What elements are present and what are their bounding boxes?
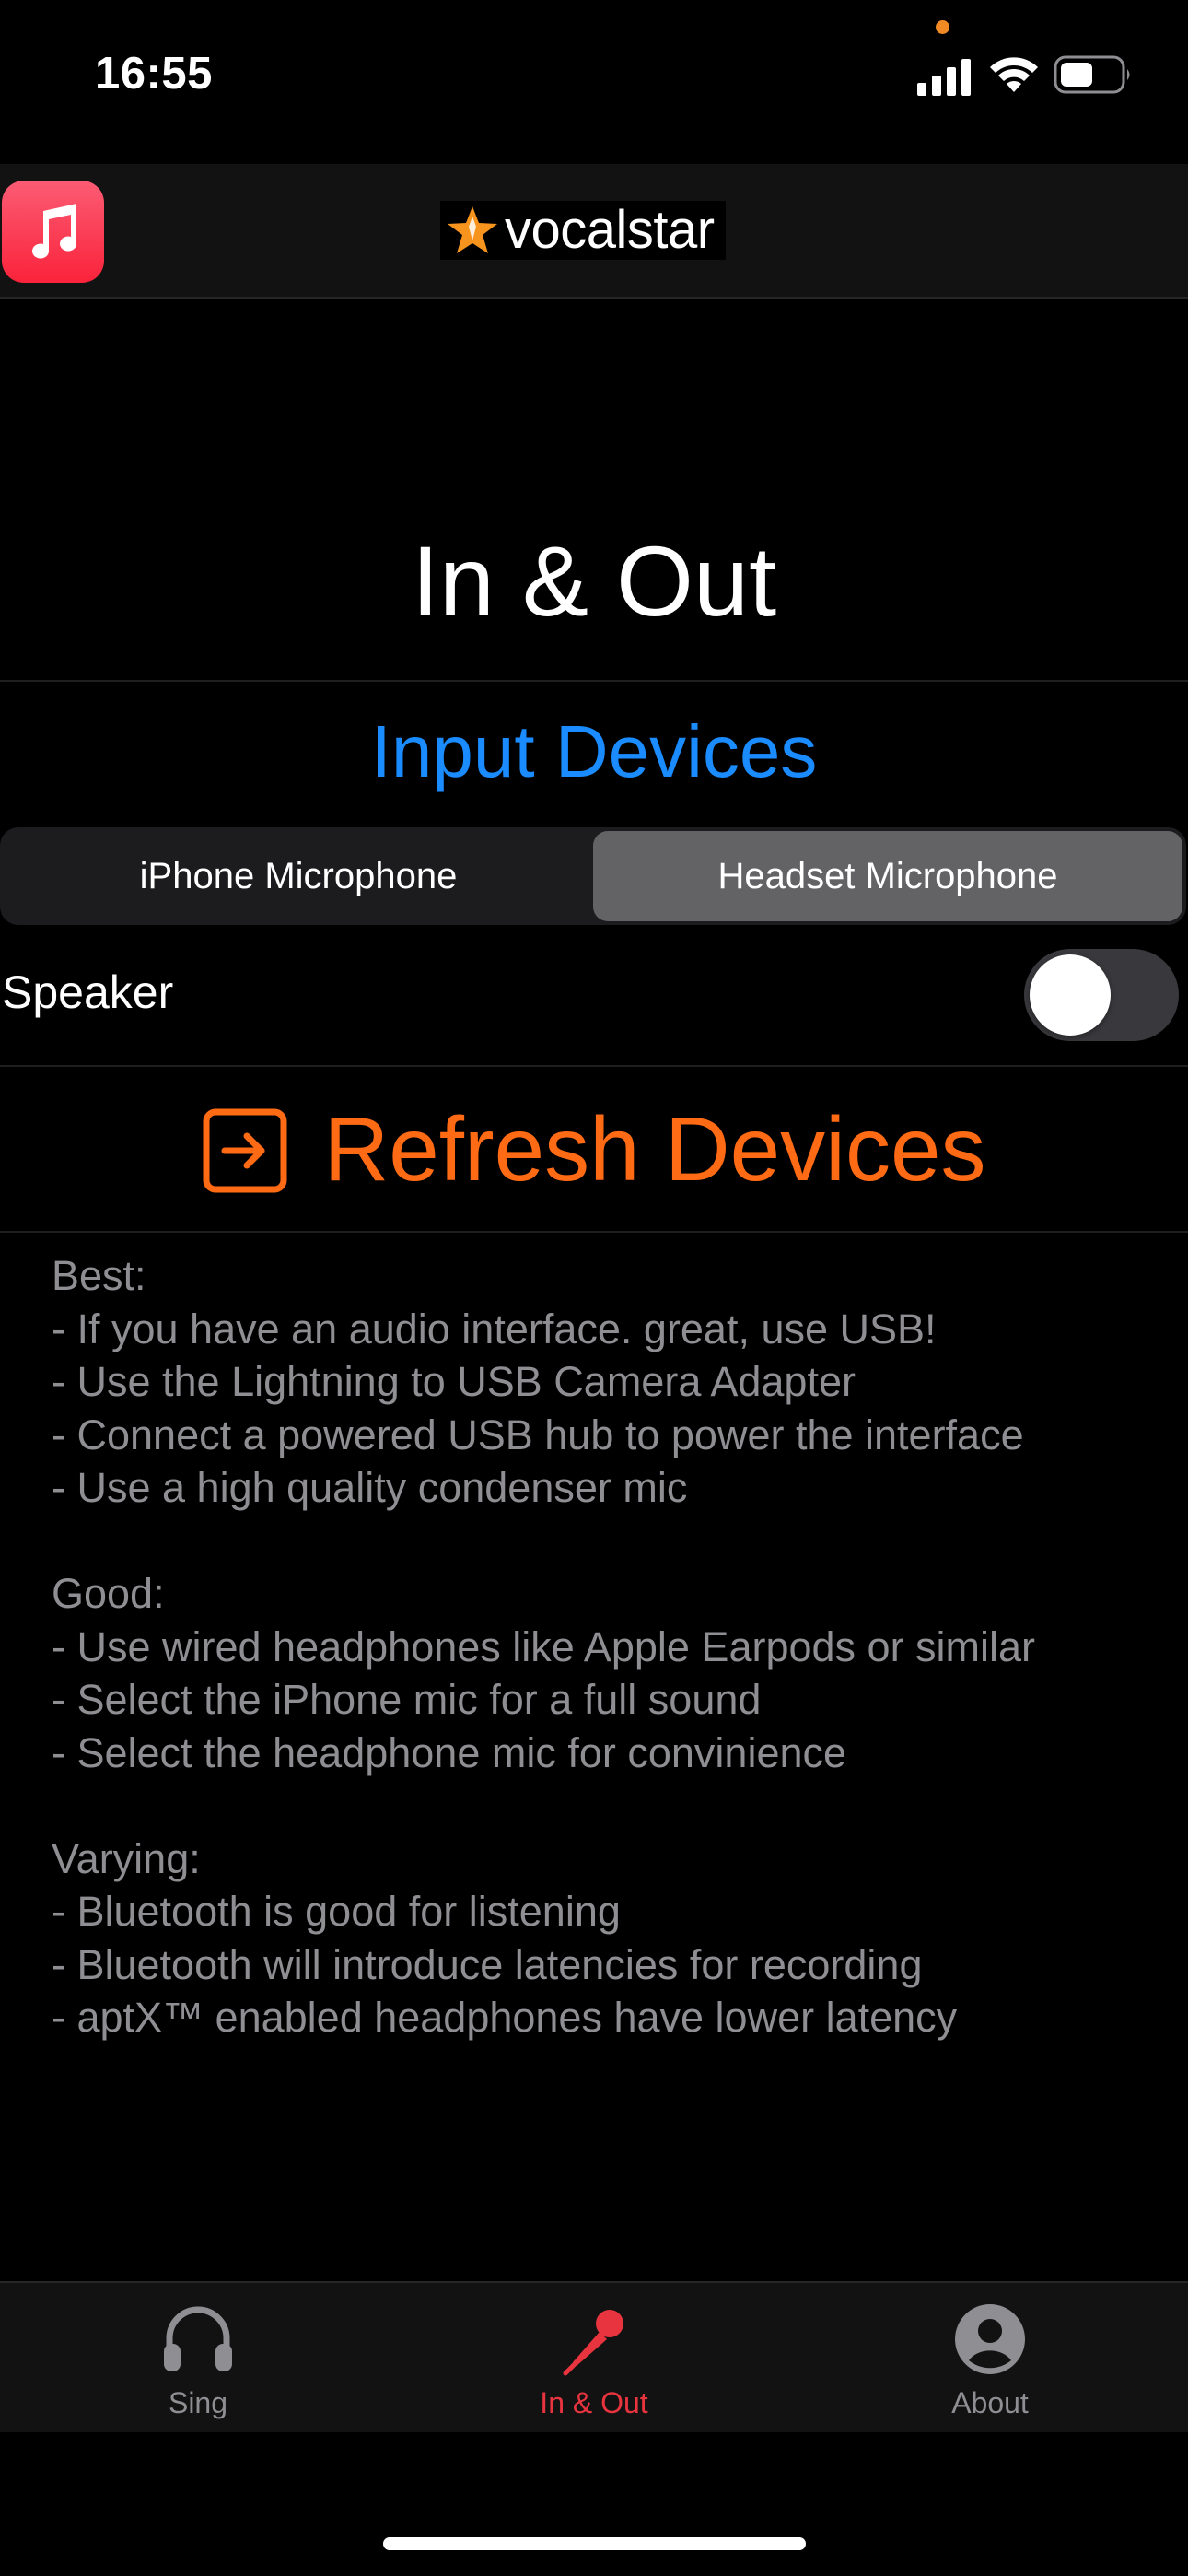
tips-varying-heading: Varying: [52, 1834, 201, 1882]
app-screen: 16:55 vocalstar In & Out Input Devices i… [0, 0, 1188, 2576]
tip-line: - Bluetooth will introduce latencies for… [52, 1940, 923, 1988]
tip-line: - Use wired headphones like Apple Earpod… [52, 1622, 1036, 1670]
status-time: 16:55 [95, 49, 213, 99]
arrow-right-square-icon [203, 1108, 287, 1193]
segment-iphone-microphone[interactable]: iPhone Microphone [4, 831, 593, 921]
cellular-signal-icon [917, 59, 971, 96]
tip-line: - aptX™ enabled headphones have lower la… [52, 1994, 958, 2041]
page-title: In & Out [411, 525, 777, 637]
person-circle-icon [955, 2304, 1025, 2374]
tab-label: In & Out [540, 2386, 648, 2419]
speaker-label: Speaker [2, 966, 174, 1018]
segment-headset-microphone[interactable]: Headset Microphone [593, 831, 1182, 921]
toggle-knob [1030, 954, 1111, 1036]
tips-best-heading: Best: [52, 1252, 146, 1299]
device-tips: Best: - If you have an audio interface. … [52, 1249, 1175, 2044]
home-indicator[interactable] [383, 2537, 806, 2550]
battery-icon [1054, 55, 1130, 94]
input-device-segmented-control[interactable]: iPhone Microphone Headset Microphone [0, 827, 1186, 925]
status-bar: 16:55 [0, 0, 1188, 162]
tips-good-heading: Good: [52, 1570, 165, 1617]
tab-label: About [951, 2386, 1029, 2419]
tip-line: - Connect a powered USB hub to power the… [52, 1411, 1024, 1458]
tab-about[interactable]: About [792, 2283, 1188, 2432]
music-note-icon [31, 203, 76, 259]
tip-line: - Bluetooth is good for listening [52, 1888, 621, 1935]
refresh-devices-label: Refresh Devices [323, 1097, 986, 1200]
app-header: vocalstar [0, 164, 1188, 299]
tip-line: - Select the iPhone mic for a full sound [52, 1676, 762, 1723]
headphones-icon [164, 2306, 232, 2371]
privacy-indicator [936, 20, 949, 34]
wifi-icon [990, 57, 1038, 92]
tab-in-and-out[interactable]: In & Out [396, 2283, 792, 2432]
divider [0, 1231, 1188, 1233]
speaker-toggle[interactable] [1024, 949, 1179, 1041]
tip-line: - Select the headphone mic for convinien… [52, 1728, 847, 1776]
tab-bar: Sing In & Out About [0, 2281, 1188, 2432]
logo-text: vocalstar [505, 200, 715, 260]
tab-label: Sing [168, 2386, 228, 2419]
refresh-devices-button[interactable]: Refresh Devices [0, 1067, 1188, 1231]
tab-sing[interactable]: Sing [0, 2283, 396, 2432]
microphone-icon [563, 2310, 623, 2376]
tip-line: - Use the Lightning to USB Camera Adapte… [52, 1358, 856, 1405]
star-icon [448, 206, 497, 253]
input-devices-title: Input Devices [370, 710, 818, 792]
vocalstar-logo: vocalstar [440, 201, 726, 260]
tip-line: - If you have an audio interface. great,… [52, 1305, 937, 1352]
music-app-icon[interactable] [2, 181, 104, 283]
divider [0, 680, 1188, 682]
tip-line: - Use a high quality condenser mic [52, 1464, 688, 1511]
